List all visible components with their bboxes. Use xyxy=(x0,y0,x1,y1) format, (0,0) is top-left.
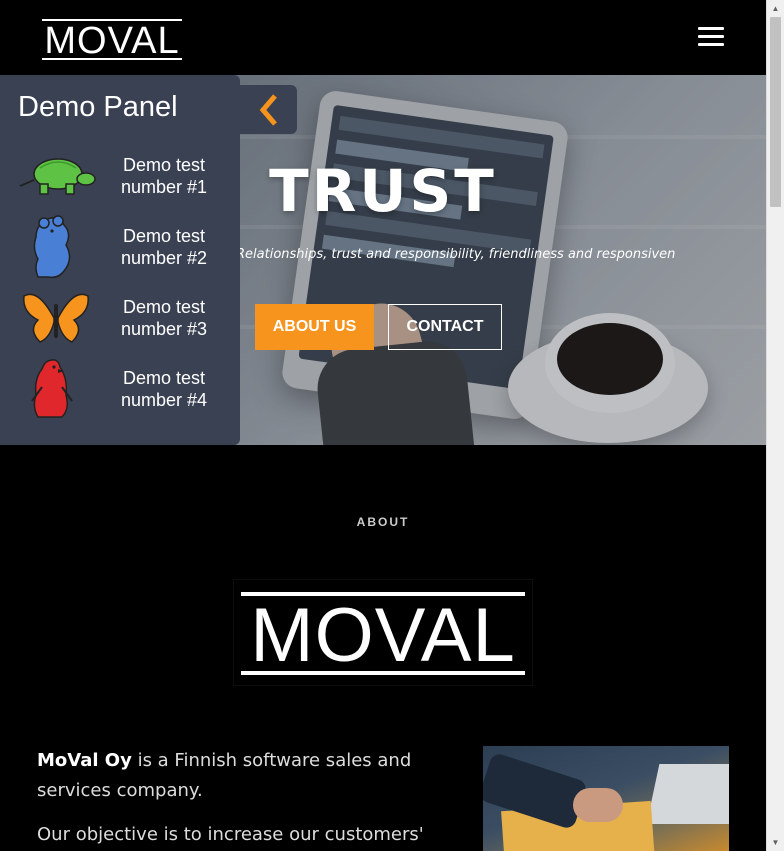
moval-logo[interactable]: MOVAL xyxy=(38,12,186,64)
about-photo xyxy=(483,746,729,851)
turtle-icon xyxy=(19,158,96,195)
svg-text:MOVAL: MOVAL xyxy=(44,20,179,62)
scrollbar-thumb[interactable] xyxy=(770,17,781,207)
demo-item-4[interactable]: Demo test number #4 xyxy=(0,357,240,423)
site-header: MOVAL xyxy=(0,0,766,75)
demo-item-label: Demo test number #1 xyxy=(120,155,208,197)
about-paragraph-1: MoVal Oy is a Finnish software sales and… xyxy=(37,746,467,806)
moval-logo-large: MOVAL xyxy=(233,579,533,686)
company-name: MoVal Oy xyxy=(37,750,132,771)
demo-item-2[interactable]: Demo test number #2 xyxy=(0,215,240,281)
bear-icon xyxy=(33,215,71,279)
demo-panel: Demo Panel Demo test number #1 Demo test… xyxy=(0,75,240,445)
scroll-up-arrow-icon[interactable]: ▲ xyxy=(767,0,784,17)
hero-subtitle: Relationships, trust and responsibility,… xyxy=(236,247,676,262)
demo-item-label: Demo test number #2 xyxy=(120,226,208,268)
about-paragraph-2: Our objective is to increase our custome… xyxy=(37,824,424,845)
scroll-down-arrow-icon[interactable]: ▼ xyxy=(767,834,784,851)
demo-panel-toggle[interactable] xyxy=(240,85,297,134)
hero-title: TRUST xyxy=(269,157,497,225)
chevron-left-icon xyxy=(259,93,277,126)
about-heading: ABOUT xyxy=(356,515,410,529)
hamburger-menu-icon[interactable] xyxy=(698,27,724,49)
penguin-icon xyxy=(31,359,73,418)
demo-item-1[interactable]: Demo test number #1 xyxy=(0,144,240,210)
demo-item-3[interactable]: Demo test number #3 xyxy=(0,286,240,352)
about-us-button[interactable]: ABOUT US xyxy=(255,304,374,350)
demo-panel-title: Demo Panel xyxy=(18,91,178,123)
vertical-scrollbar[interactable]: ▲ ▼ xyxy=(766,0,784,851)
demo-item-label: Demo test number #3 xyxy=(120,297,208,339)
about-text: MoVal Oy is a Finnish software sales and… xyxy=(37,746,467,851)
contact-button[interactable]: CONTACT xyxy=(388,304,502,350)
demo-item-label: Demo test number #4 xyxy=(120,368,208,410)
butterfly-icon xyxy=(23,293,89,343)
svg-text:MOVAL: MOVAL xyxy=(250,593,515,678)
